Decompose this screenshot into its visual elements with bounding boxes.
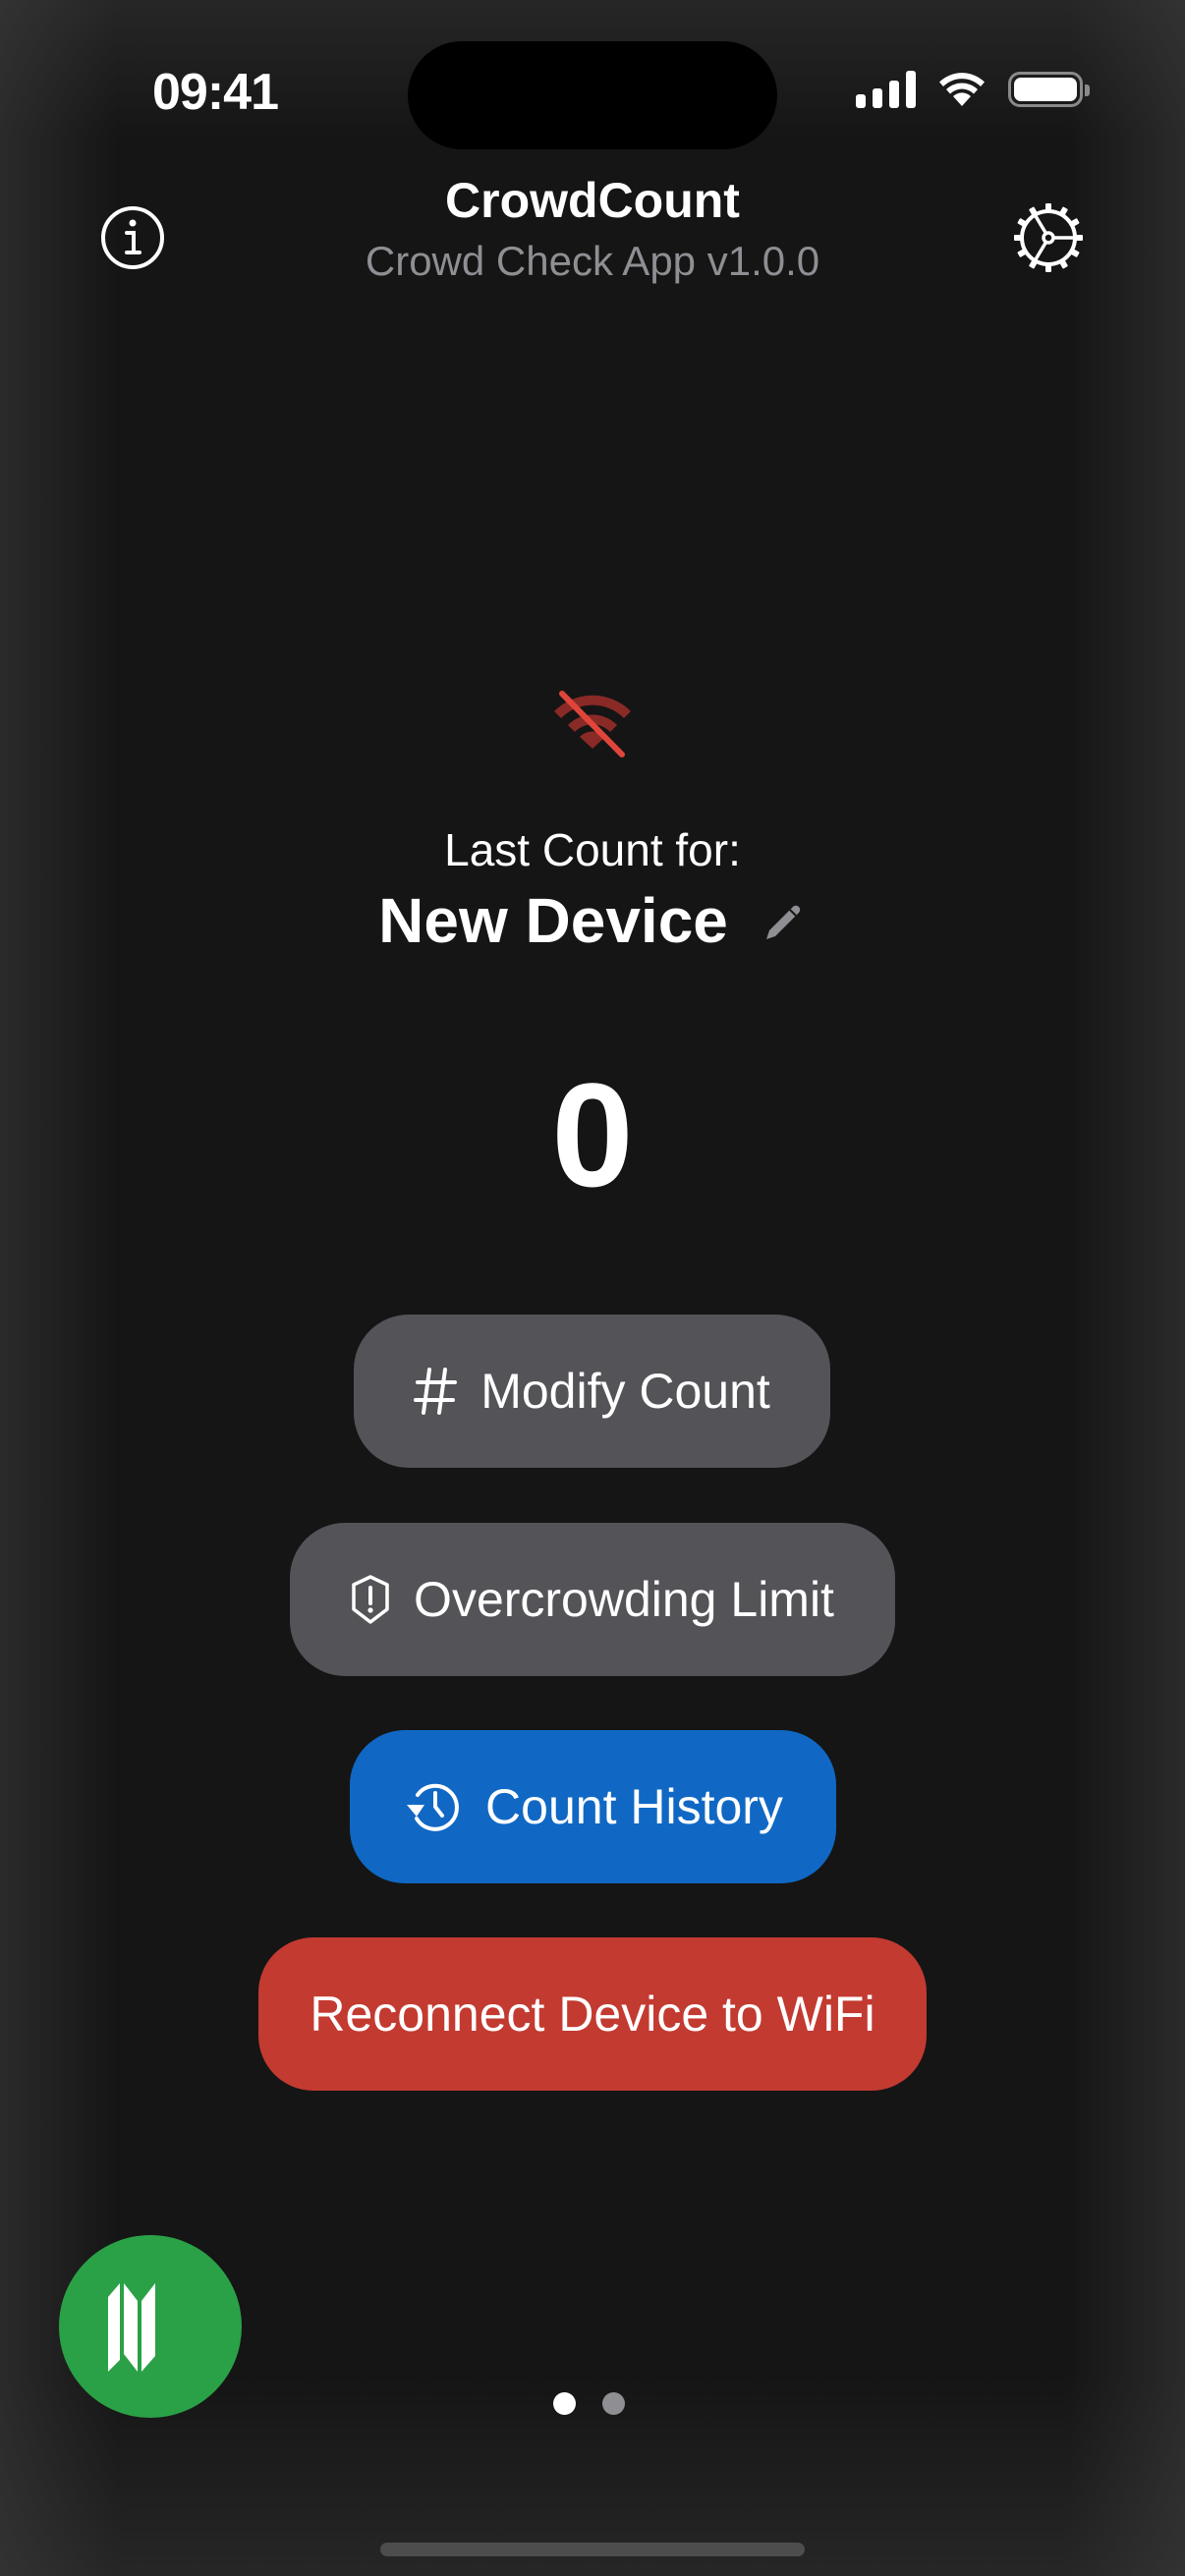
status-bar: 09:41 xyxy=(0,0,1185,187)
app-title: CrowdCount xyxy=(445,173,740,228)
settings-gear-icon xyxy=(1014,203,1083,272)
count-history-label: Count History xyxy=(485,1779,783,1834)
overcrowding-limit-label: Overcrowding Limit xyxy=(414,1572,834,1627)
wifi-icon xyxy=(939,73,985,106)
clock-history-icon xyxy=(403,1779,462,1834)
last-count-label: Last Count for: xyxy=(444,824,741,875)
modify-count-label: Modify Count xyxy=(480,1364,770,1419)
edit-device-name-button[interactable] xyxy=(758,899,807,948)
page-dot-2[interactable] xyxy=(601,2392,625,2415)
dynamic-island xyxy=(408,41,777,149)
map-icon xyxy=(108,2283,155,2372)
page-dot-1[interactable] xyxy=(552,2392,576,2415)
home-indicator[interactable] xyxy=(380,2543,805,2556)
battery-full-icon xyxy=(1008,72,1090,107)
settings-button[interactable] xyxy=(1009,198,1088,277)
overcrowding-limit-button[interactable]: Overcrowding Limit xyxy=(290,1523,895,1676)
reconnect-wifi-button[interactable]: Reconnect Device to WiFi xyxy=(258,1937,927,2091)
reconnect-wifi-label: Reconnect Device to WiFi xyxy=(310,1987,875,2042)
device-name-row: New Device xyxy=(0,884,1185,957)
app-header: CrowdCount Crowd Check App v1.0.0 xyxy=(0,167,1185,305)
wifi-slash-icon xyxy=(554,691,631,757)
count-history-button[interactable]: Count History xyxy=(350,1730,836,1883)
screen-vignette xyxy=(0,0,1185,2576)
count-value: 0 xyxy=(551,1052,634,1217)
pencil-icon xyxy=(765,905,801,939)
number-sign-icon xyxy=(414,1367,458,1416)
modify-count-button[interactable]: Modify Count xyxy=(354,1315,830,1468)
page-indicator xyxy=(0,2392,1185,2415)
status-icons xyxy=(856,71,1090,108)
map-button[interactable] xyxy=(59,2235,242,2418)
shield-exclamation-icon xyxy=(351,1574,390,1625)
status-time: 09:41 xyxy=(152,64,279,121)
device-name: New Device xyxy=(378,885,728,956)
cellular-signal-icon xyxy=(856,71,916,108)
app-version: Crowd Check App v1.0.0 xyxy=(365,238,820,284)
